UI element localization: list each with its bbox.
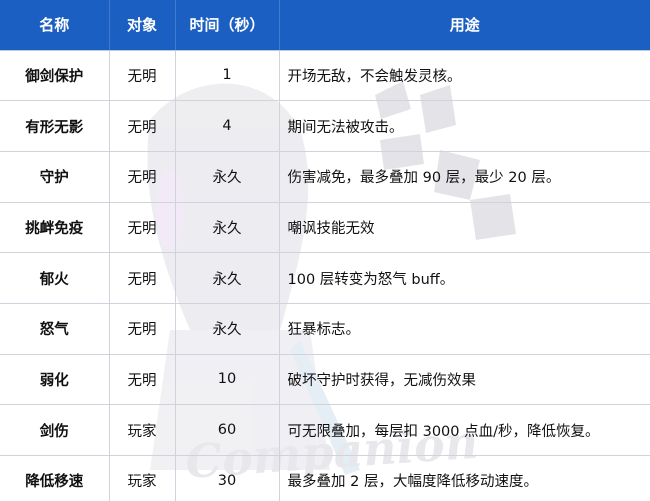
cell-time: 永久 bbox=[175, 303, 280, 355]
table-row: 郁火 无明 永久 100 层转变为怒气 buff。 bbox=[0, 252, 650, 304]
cell-target: 无明 bbox=[109, 354, 176, 406]
header-use: 用途 bbox=[279, 0, 650, 51]
cell-name: 郁火 bbox=[0, 252, 110, 304]
cell-use: 100 层转变为怒气 buff。 bbox=[279, 252, 650, 304]
table-row: 有形无影 无明 4 期间无法被攻击。 bbox=[0, 100, 650, 152]
cell-time: 永久 bbox=[175, 252, 280, 304]
page: Companion 名称 对象 时间（秒） 用途 御剑保护 无明 1 开场无敌，… bbox=[0, 0, 650, 501]
header-target: 对象 bbox=[109, 0, 176, 51]
cell-time: 1 bbox=[175, 50, 280, 102]
table-row: 剑伤 玩家 60 可无限叠加，每层扣 3000 点血/秒，降低恢复。 bbox=[0, 404, 650, 456]
table-row: 怒气 无明 永久 狂暴标志。 bbox=[0, 303, 650, 355]
cell-use: 开场无敌，不会触发灵核。 bbox=[279, 50, 650, 102]
cell-target: 无明 bbox=[109, 50, 176, 102]
cell-use: 期间无法被攻击。 bbox=[279, 100, 650, 152]
cell-name: 挑衅免疫 bbox=[0, 202, 110, 254]
table-header-row: 名称 对象 时间（秒） 用途 bbox=[0, 0, 650, 51]
cell-use: 嘲讽技能无效 bbox=[279, 202, 650, 254]
cell-time: 10 bbox=[175, 354, 280, 406]
cell-use: 狂暴标志。 bbox=[279, 303, 650, 355]
table-row: 挑衅免疫 无明 永久 嘲讽技能无效 bbox=[0, 202, 650, 254]
cell-target: 无明 bbox=[109, 151, 176, 203]
table-row: 守护 无明 永久 伤害减免，最多叠加 90 层，最少 20 层。 bbox=[0, 151, 650, 203]
cell-name: 怒气 bbox=[0, 303, 110, 355]
cell-time: 4 bbox=[175, 100, 280, 152]
cell-target: 玩家 bbox=[109, 455, 176, 501]
cell-name: 降低移速 bbox=[0, 455, 110, 501]
header-name: 名称 bbox=[0, 0, 110, 51]
cell-time: 60 bbox=[175, 404, 280, 456]
cell-time: 永久 bbox=[175, 202, 280, 254]
cell-target: 无明 bbox=[109, 202, 176, 254]
header-time: 时间（秒） bbox=[175, 0, 280, 51]
cell-target: 无明 bbox=[109, 303, 176, 355]
cell-target: 玩家 bbox=[109, 404, 176, 456]
cell-target: 无明 bbox=[109, 100, 176, 152]
cell-name: 御剑保护 bbox=[0, 50, 110, 102]
table-row: 御剑保护 无明 1 开场无敌，不会触发灵核。 bbox=[0, 50, 650, 102]
cell-name: 剑伤 bbox=[0, 404, 110, 456]
cell-target: 无明 bbox=[109, 252, 176, 304]
table-row: 弱化 无明 10 破坏守护时获得，无减伤效果 bbox=[0, 354, 650, 406]
cell-name: 弱化 bbox=[0, 354, 110, 406]
table-row: 降低移速 玩家 30 最多叠加 2 层，大幅度降低移动速度。 bbox=[0, 455, 650, 501]
cell-time: 30 bbox=[175, 455, 280, 501]
cell-use: 可无限叠加，每层扣 3000 点血/秒，降低恢复。 bbox=[279, 404, 650, 456]
cell-use: 伤害减免，最多叠加 90 层，最少 20 层。 bbox=[279, 151, 650, 203]
cell-name: 有形无影 bbox=[0, 100, 110, 152]
buff-table: 名称 对象 时间（秒） 用途 御剑保护 无明 1 开场无敌，不会触发灵核。 有形… bbox=[0, 0, 650, 501]
cell-time: 永久 bbox=[175, 151, 280, 203]
cell-name: 守护 bbox=[0, 151, 110, 203]
cell-use: 破坏守护时获得，无减伤效果 bbox=[279, 354, 650, 406]
cell-use: 最多叠加 2 层，大幅度降低移动速度。 bbox=[279, 455, 650, 501]
